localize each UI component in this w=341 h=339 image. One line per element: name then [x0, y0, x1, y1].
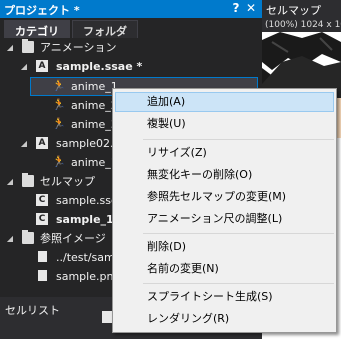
menu-item-resize[interactable]: リサイズ(Z) — [115, 143, 334, 163]
folder-icon — [22, 39, 34, 53]
expand-arrow-icon[interactable]: ◢ — [20, 57, 28, 76]
project-tabs: カテゴリ フォルダ — [0, 20, 262, 38]
animation-motion-icon: 🏃 — [52, 79, 66, 92]
tree-item-label: anime_3 — [71, 118, 118, 131]
cell-list-title: セルリスト — [5, 304, 60, 317]
tab-folder[interactable]: フォルダ — [72, 20, 138, 38]
menu-separator — [143, 233, 334, 234]
menu-item-render[interactable]: レンダリング(R) — [115, 309, 334, 329]
project-panel-header: プロジェクト * ? ✕ — [0, 0, 262, 18]
cellmap-panel-title: セルマップ — [266, 4, 321, 17]
tab-category[interactable]: カテゴリ — [4, 20, 70, 38]
cellmap-panel-header: セルマップ — [262, 0, 341, 18]
tree-item-label: anime_2 — [71, 99, 118, 112]
animation-motion-icon: 🏃 — [52, 117, 66, 130]
tree-item-label: アニメーション — [40, 41, 117, 54]
expand-arrow-icon[interactable]: ◢ — [6, 229, 14, 248]
expand-arrow-icon[interactable]: ◢ — [6, 38, 14, 57]
folder-icon — [22, 173, 34, 187]
image-file-icon — [38, 270, 47, 281]
menu-item-adjust-animation-length[interactable]: アニメーション尺の調整(L) — [115, 209, 334, 229]
help-button[interactable]: ? — [230, 1, 242, 15]
menu-item-delete-static-keys[interactable]: 無変化キーの削除(O) — [115, 165, 334, 185]
menu-item-rename[interactable]: 名前の変更(N) — [115, 259, 334, 279]
animation-file-icon: A — [36, 137, 48, 149]
tree-item-label: 参照イメージ — [40, 232, 106, 245]
cellmap-file-icon: C — [36, 194, 48, 206]
menu-item-sprite-sheet[interactable]: スプライトシート生成(S) — [115, 287, 334, 307]
tree-item-animation-group[interactable]: ◢ アニメーション — [0, 38, 262, 57]
expand-arrow-icon[interactable]: ◢ — [20, 134, 28, 153]
tree-item-label: anime_1 — [71, 80, 118, 93]
expand-arrow-icon[interactable]: ◢ — [6, 172, 14, 191]
animation-motion-icon: 🏃 — [52, 98, 66, 111]
project-panel-title: プロジェクト * — [4, 4, 80, 17]
cellmap-info: (100%) 1024 x 10 — [262, 18, 341, 32]
tree-item-label: sample.ssae * — [56, 60, 143, 73]
menu-item-add[interactable]: 追加(A) — [115, 92, 334, 112]
tree-item-label: anime_1 — [71, 156, 118, 169]
image-file-icon — [38, 251, 47, 262]
menu-separator — [143, 139, 334, 140]
menu-separator — [143, 283, 334, 284]
menu-item-delete[interactable]: 削除(D) — [115, 237, 334, 257]
tree-item-label: セルマップ — [40, 175, 95, 188]
context-menu: 追加(A) 複製(U) リサイズ(Z) 無変化キーの削除(O) 参照先セルマップ… — [112, 88, 337, 333]
animation-file-icon: A — [36, 60, 48, 72]
menu-item-change-cellmap-ref[interactable]: 参照先セルマップの変更(M) — [115, 187, 334, 207]
folder-icon — [22, 230, 34, 244]
tree-item-label: sample.png — [56, 270, 121, 283]
tree-item-sample-ssae[interactable]: ◢ A sample.ssae * — [0, 57, 262, 76]
cellmap-file-icon: C — [36, 213, 48, 225]
animation-motion-icon: 🏃 — [52, 155, 66, 168]
menu-item-duplicate[interactable]: 複製(U) — [115, 114, 334, 134]
close-icon[interactable]: ✕ — [245, 1, 257, 15]
